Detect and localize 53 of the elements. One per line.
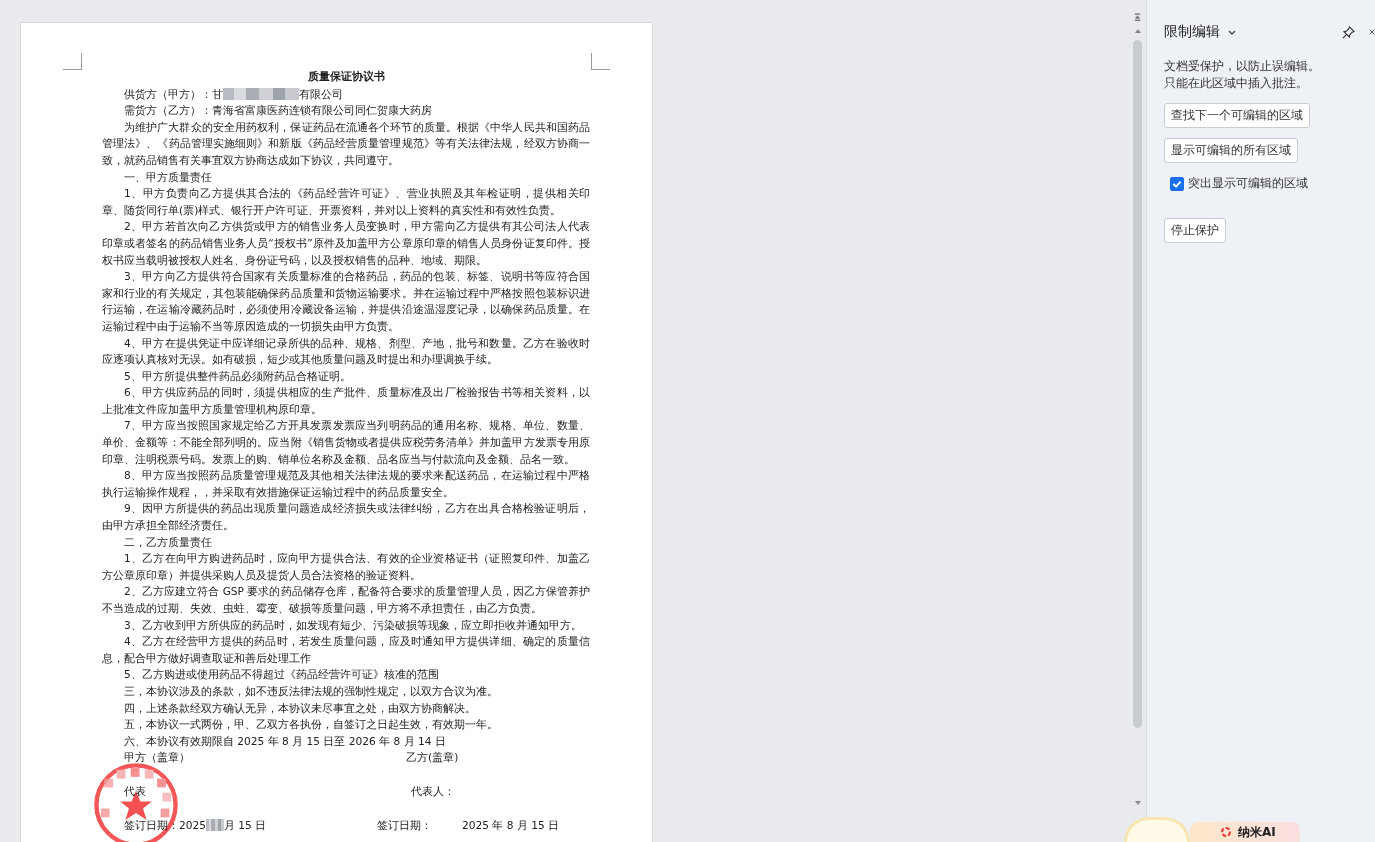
buyer-line: 需货方（乙方）：青海省富康医药连锁有限公司同仁贺康大药房 — [123, 103, 433, 119]
paragraph: 9、因甲方所提供的药品出现质量问题造成经济损失或法律纠纷，乙方在出具合格检验证明后，由甲方承担全部经济责任。 — [102, 501, 590, 534]
protection-message: 只能在此区域中插入批注。 — [1164, 75, 1309, 92]
paragraph: 四，上述条款经双方确认无异，本协议未尽事宜之处，由双方协商解决。 — [123, 700, 477, 716]
representative-label: 代表 — [124, 783, 147, 799]
crop-mark — [63, 53, 82, 70]
paragraph: 4、甲方在提供凭证中应详细记录所供的品种、规格、剂型、产地，批号和数量。乙方在验收时应逐项认真核对无误。如有破损，短少或其他质量问题及时提出和办理调换手续。 — [102, 335, 590, 368]
paragraph: 3、乙方收到甲方所供应的药品时，如发现有短少、污染破损等现象，应立即拒收并通知甲方。 — [123, 617, 583, 633]
document-title: 质量保证协议书 — [306, 69, 386, 85]
page-nav-icon[interactable] — [1133, 12, 1142, 22]
paragraph: 为维护广大群众的安全用药权利，保证药品在流通各个环节的质量。根据《中华人民共和国药品管理法》、《药品管理实施细则》和新版《药品经营质量管理规范》等有关法律法规，经双方协商一致，就药品销售有关事宜双方协商达成如下协议，共同遵守。 — [102, 119, 590, 168]
party-b-label: 乙方(盖章) — [406, 750, 459, 766]
scroll-up-icon[interactable] — [1133, 28, 1142, 34]
date-label: 签订日期：2025 — [124, 817, 206, 833]
paragraph: 5、乙方购进或使用药品不得超过《药品经营许可证》核准的范围 — [123, 667, 440, 683]
scrollbar-thumb[interactable] — [1133, 40, 1142, 728]
caret-icon[interactable] — [1228, 29, 1236, 35]
logo — [1220, 826, 1232, 838]
paragraph: 二，乙方质量责任 — [123, 534, 213, 550]
date-value: 月 15 日 — [223, 817, 267, 833]
representative-label: 代表人： — [411, 783, 455, 799]
scroll-down-icon[interactable] — [1133, 800, 1142, 806]
paragraph: 1、甲方负责向乙方提供其合法的《药品经营许可证》、营业执照及其年检证明，提供相关印章、随货同行单(票)样式、银行开户许可证、开票资料，并对以上资料的真实性和有效性负责。 — [102, 186, 590, 218]
paragraph: 一、甲方质量责任 — [123, 169, 213, 185]
region-button[interactable]: 查找下一个可编辑的区域 — [1164, 103, 1310, 128]
paragraph: 六、本协议有效期限自 2025 年 8 月 15 日至 2026 年 8 月 14 日 — [123, 733, 447, 749]
protection-message: 文档受保护，以防止误编辑。 — [1164, 58, 1321, 75]
date-label: 签订日期： — [377, 817, 432, 833]
stop-protection-button[interactable]: 停止保护 — [1164, 218, 1226, 243]
highlight-checkbox[interactable]: 突出显示可编辑的区域 — [1170, 175, 1375, 192]
date-value: 2025 年 8 月 15 日 — [462, 817, 560, 833]
close-icon[interactable] — [1369, 27, 1375, 37]
paragraph: 7、甲方应当按照国家规定给乙方开具发票发票应当列明药品的通用名称、规格、单位、数量、单价、金额等：不能全部列明的。应当附《销售货物或者提供应税劳务清单》并加盖甲方发票专用原印章、注明税票号码。发票上的购、销单位名称及金额、品名应当与付款流向及金额、品名一致。 — [102, 418, 590, 467]
pin-icon[interactable] — [1341, 24, 1356, 40]
paragraph: 5、甲方所提供整件药品必须附药品合格证明。 — [123, 368, 352, 384]
paragraph: 1、乙方在向甲方购进药品时，应向甲方提供合法、有效的企业资格证书（证照复印件、加盖乙方公章原印章）并提供采购人员及提货人员合法资格的验证资料。 — [102, 551, 590, 583]
redaction-mark — [205, 818, 224, 831]
supplier-label: 供货方（甲方）：甘 — [124, 86, 223, 102]
paragraph: 6、甲方供应药品的同时，须提供相应的生产批件、质量标准及出厂检验报告书等相关资料，以上批准文件应加盖甲方质量管理机构原印章。 — [102, 385, 590, 417]
party-a-label: 甲方（盖章） — [124, 750, 191, 766]
crop-mark — [591, 53, 610, 70]
checkbox[interactable] — [1170, 176, 1184, 191]
paragraph: 4、乙方在经营甲方提供的药品时，若发生质量问题，应及时通知甲方提供详细、确定的质量信息，配合甲方做好调查取证和善后处理工作 — [102, 634, 590, 666]
assistant-button[interactable]: 纳米AI — [1190, 822, 1300, 842]
panel-title[interactable]: 限制编辑 — [1164, 23, 1220, 41]
paragraph: 2、甲方若首次向乙方供货或甲方的销售业务人员变换时，甲方需向乙方提供有其公司法人代表印章或者签名的药品销售业务人员“授权书”原件及加盖甲方公章原印章的销售人员身份证复印件。授权书应当载明被授权人姓名、身份证号码，以及授权销售的品种、地域、期限。 — [102, 219, 590, 268]
region-button[interactable]: 显示可编辑的所有区域 — [1164, 138, 1298, 163]
paragraph: 3、甲方向乙方提供符合国家有关质量标准的合格药品，药品的包装、标签、说明书等应符合国家和行业的有关规定，其包装能确保药品质量和货物运输要求。并在运输过程中严格按照包装标识进行运输，在运输冷藏药品时，必须使用冷藏设备运输，并提供沿途温湿度记录，以确保药品质量。在运输过程中由于运输不当等原因造成的一切损失由甲方负责。 — [102, 269, 590, 334]
paragraph: 五，本协议一式两份，甲、乙双方各执份，自签订之日起生效，有效期一年。 — [123, 717, 499, 733]
paragraph: 2、乙方应建立符合 GSP 要求的药品储存仓库，配备符合要求的质量管理人员，因乙方保管养护不当造成的过期、失效、虫蛀、霉变、破损等质量问题，甲方将不承担责任，由乙方负责。 — [102, 584, 590, 616]
supplier-suffix: 有限公司 — [299, 86, 343, 102]
paragraph: 三，本协议涉及的条款，如不违反法律法规的强制性规定，以双方合议为准。 — [123, 683, 499, 699]
paragraph: 8、甲方应当按照药品质量管理规范及其他相关法律法规的要求来配送药品，在运输过程中严格执行运输操作规程，，并采取有效措施保证运输过程中的药品质量安全。 — [102, 468, 590, 500]
